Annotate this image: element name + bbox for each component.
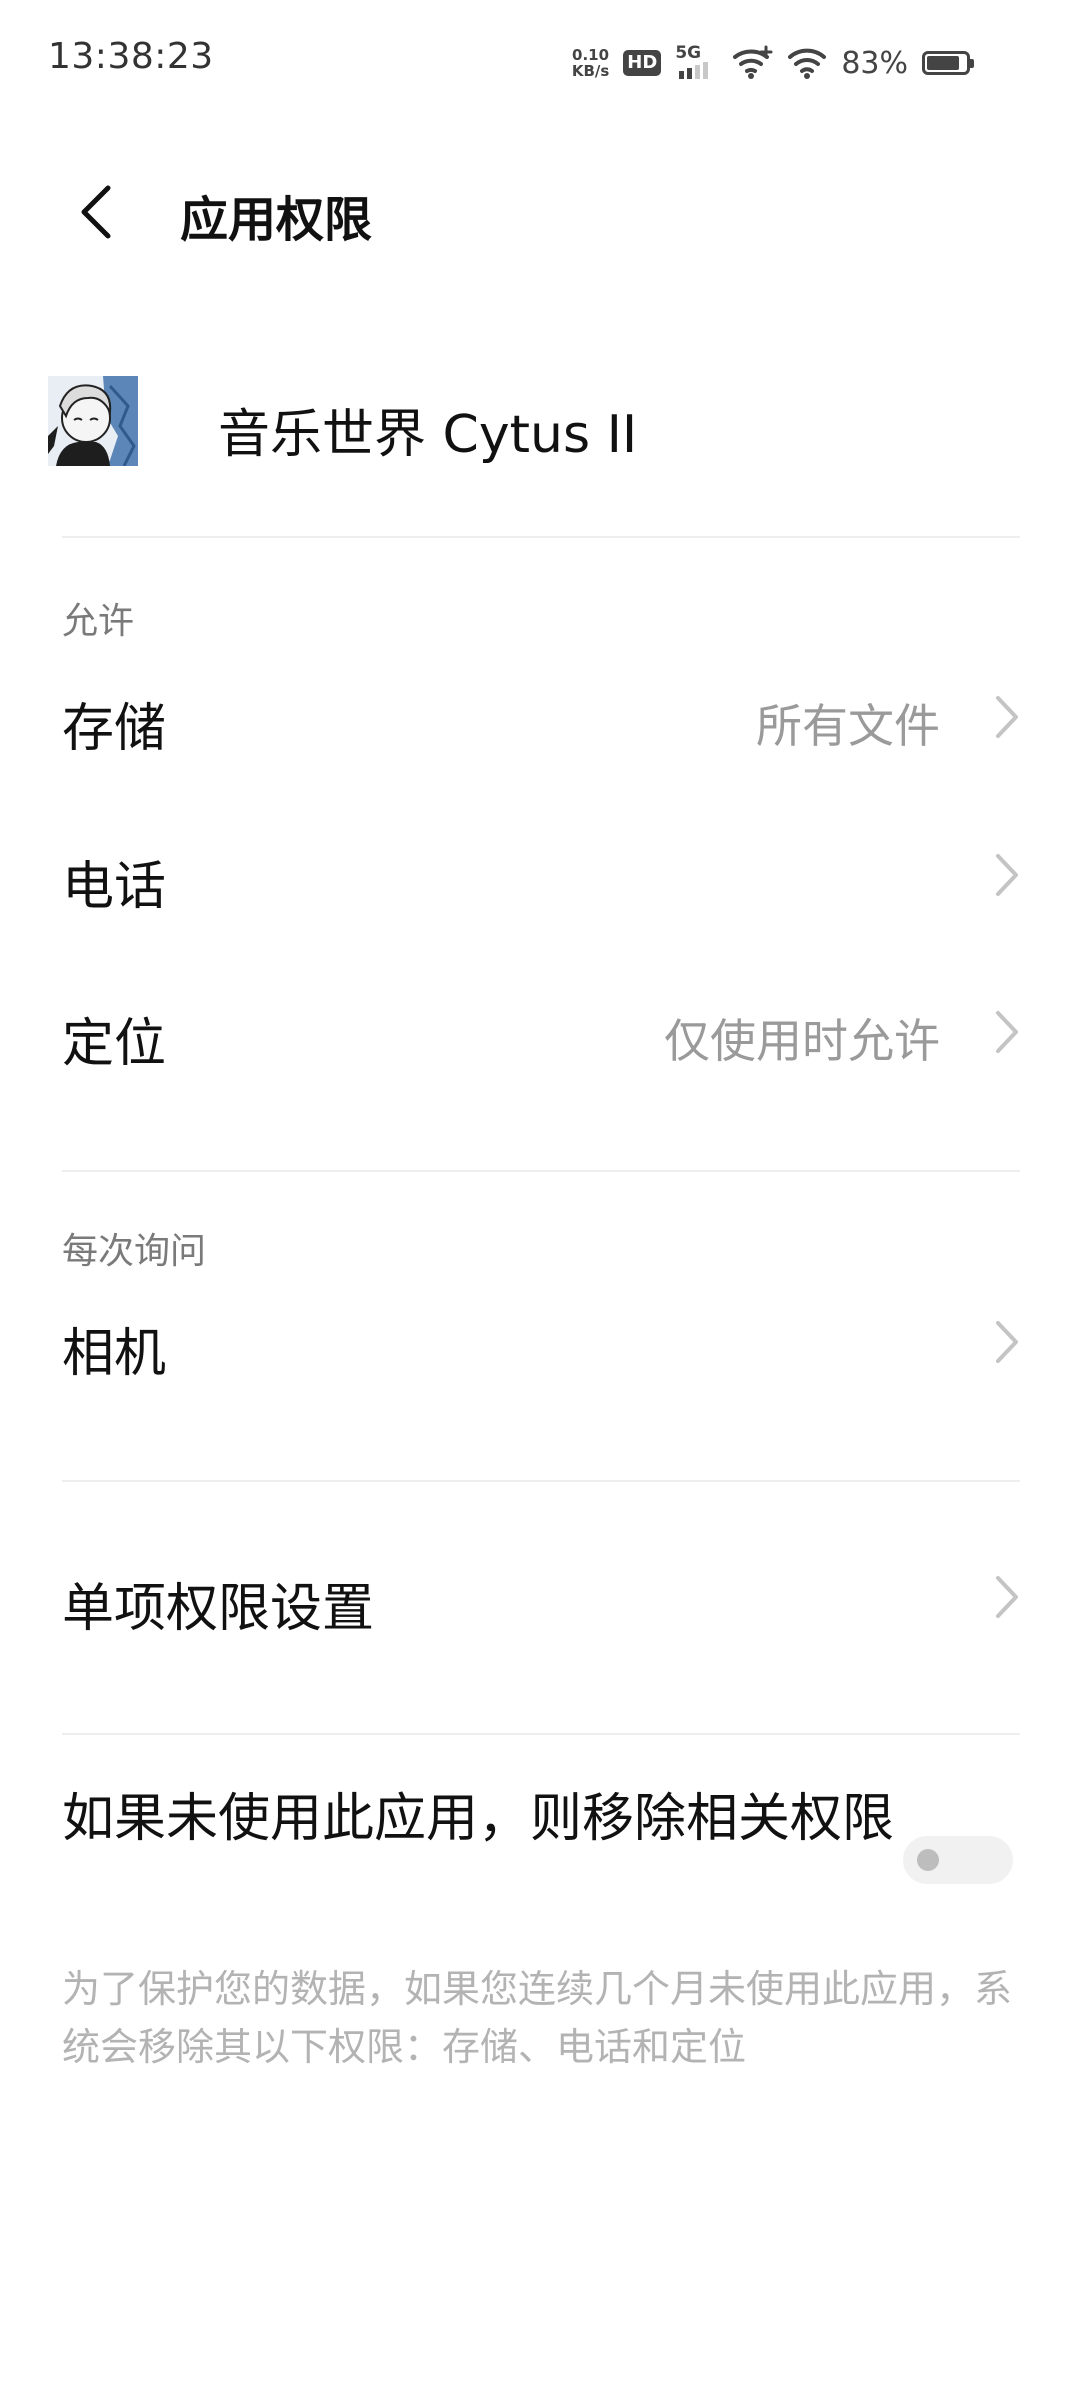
app-info: 音乐世界 Cytus II — [0, 370, 1080, 470]
chevron-left-icon — [81, 185, 111, 239]
permission-row-phone[interactable]: 电话 — [0, 808, 1080, 938]
permission-name: 定位 — [62, 1014, 167, 1074]
permission-value: 所有文件 — [756, 699, 940, 753]
network-type: 5G — [675, 43, 702, 63]
auto-revoke-title: 如果未使用此应用，则移除相关权限 — [62, 1789, 895, 1849]
page-title: 应用权限 — [180, 192, 373, 248]
section-label-ask-every-time: 每次询问 — [62, 1231, 207, 1272]
status-time: 13:38:23 — [48, 36, 214, 77]
divider — [62, 1480, 1020, 1482]
status-bar: 13:38:23 0.10 KB/s HD 5G 83% — [0, 0, 1080, 120]
divider — [62, 1733, 1020, 1735]
wifi-icon — [788, 48, 827, 79]
toggle-knob — [917, 1849, 939, 1871]
cellular-signal-icon: 5G — [675, 43, 719, 83]
permission-name: 相机 — [62, 1324, 167, 1384]
chevron-right-icon — [996, 696, 1018, 738]
permission-row-storage[interactable]: 存储 所有文件 — [0, 650, 1080, 780]
permission-row-location[interactable]: 定位 仅使用时允许 — [0, 965, 1080, 1095]
network-speed-unit: KB/s — [571, 62, 610, 80]
app-icon — [48, 376, 138, 466]
auto-revoke-description: 为了保护您的数据，如果您连续几个月未使用此应用，系统会移除其以下权限：存储、电话… — [62, 1967, 1013, 2069]
battery-percent: 83% — [841, 45, 908, 81]
permission-value: 仅使用时允许 — [664, 1014, 940, 1068]
status-icons: 0.10 KB/s HD 5G 83% — [572, 38, 974, 88]
chevron-right-icon — [996, 854, 1018, 896]
battery-icon — [922, 51, 974, 75]
single-permission-settings-label: 单项权限设置 — [62, 1579, 375, 1639]
permission-row-camera[interactable]: 相机 — [0, 1275, 1080, 1405]
permission-name: 电话 — [62, 857, 167, 917]
divider — [62, 1170, 1020, 1172]
hd-icon: HD — [623, 50, 662, 76]
app-bar: 应用权限 — [0, 150, 1080, 270]
back-button[interactable] — [56, 172, 136, 252]
permission-name: 存储 — [62, 699, 167, 759]
chevron-right-icon — [996, 1321, 1018, 1363]
single-permission-settings-row[interactable]: 单项权限设置 — [0, 1530, 1080, 1660]
network-speed: 0.10 KB/s — [572, 47, 609, 79]
chevron-right-icon — [996, 1011, 1018, 1053]
wifi-plus-icon — [733, 45, 773, 79]
network-speed-value: 0.10 — [572, 46, 610, 64]
auto-revoke-toggle[interactable] — [903, 1836, 1013, 1884]
app-name: 音乐世界 Cytus II — [218, 405, 638, 465]
divider — [62, 536, 1020, 538]
section-label-allowed: 允许 — [62, 601, 135, 642]
chevron-right-icon — [996, 1576, 1018, 1618]
